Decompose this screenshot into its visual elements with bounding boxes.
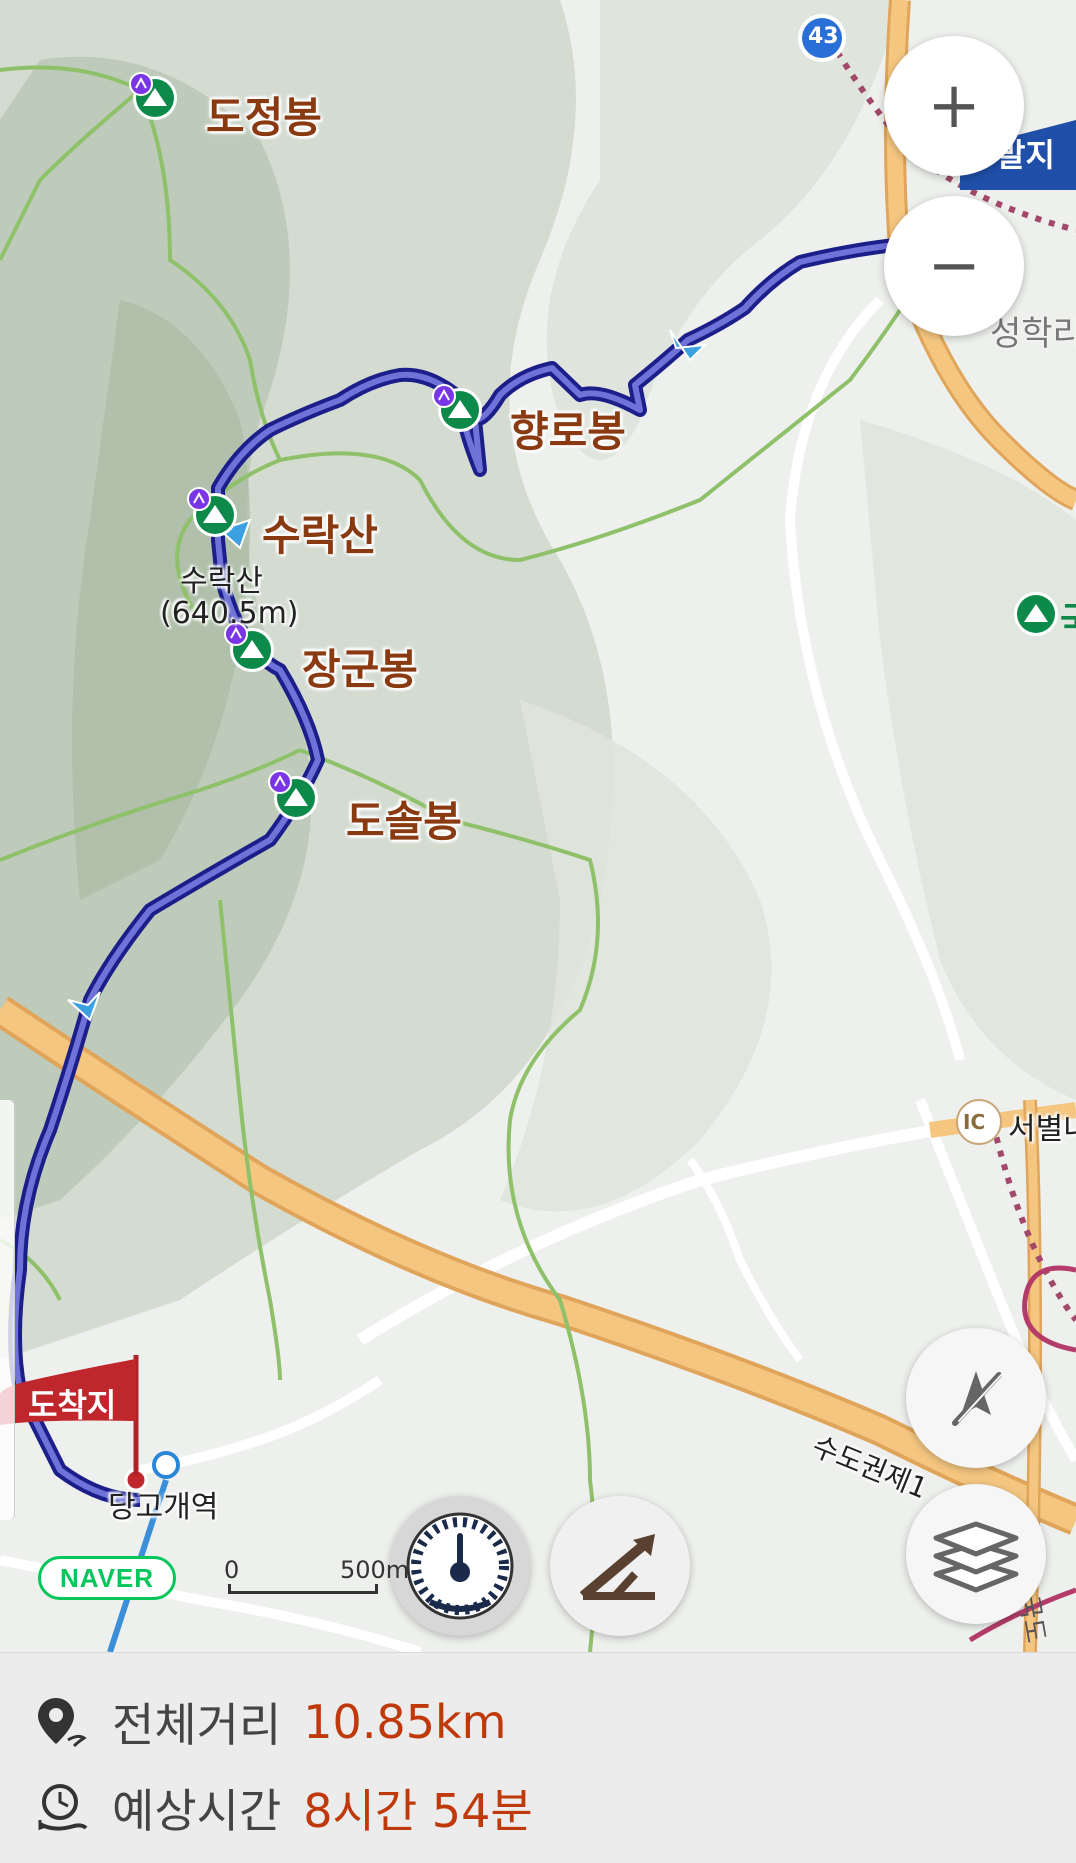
elevation-profile-icon — [579, 1534, 655, 1600]
scale-bar: 0 500m — [224, 1556, 409, 1596]
peak-label-hyangnobong: 향로봉 — [510, 407, 626, 456]
side-panel-handle[interactable] — [0, 1100, 15, 1520]
zoom-in-button[interactable]: + — [884, 36, 1024, 176]
layers-icon — [933, 1521, 1019, 1593]
destination-flag-label: 도착지 — [28, 1386, 117, 1424]
elevation-profile-button[interactable] — [550, 1496, 690, 1636]
layers-button[interactable] — [906, 1484, 1046, 1624]
route-info-panel: 전체거리 10.85km 예상시간 8시간 54분 — [0, 1652, 1076, 1863]
distance-label: 전체거리 — [112, 1698, 282, 1752]
compass-off-icon — [952, 1371, 1004, 1426]
zoom-out-button[interactable]: − — [884, 196, 1024, 336]
zoom-in-label: + — [927, 69, 981, 143]
scale-zero-label: 0 — [224, 1556, 240, 1584]
clock-route-icon — [38, 1784, 88, 1831]
summit-elevation-label: (640.5m) — [160, 596, 299, 631]
speedometer-icon — [406, 1512, 514, 1620]
scale-bar-line — [228, 1584, 378, 1594]
compass-toggle-button[interactable] — [906, 1328, 1046, 1468]
naver-logo: NAVER — [38, 1556, 176, 1600]
station-label: 당고개역 — [108, 1490, 219, 1525]
route-43-badge: 43 — [808, 24, 839, 49]
distance-pin-icon — [38, 1698, 87, 1748]
peak-label-dojeongbong: 도정봉 — [206, 93, 322, 142]
distance-value: 10.85km — [303, 1695, 507, 1749]
peak-label-janggunbong: 장군봉 — [302, 645, 418, 694]
peak-label-dosolbong: 도솔봉 — [346, 797, 462, 846]
speedometer-button[interactable] — [390, 1496, 530, 1636]
peak-label-suraksan: 수락산 — [262, 511, 378, 560]
summit-name-label: 수락산 — [180, 564, 263, 599]
distance-row: 전체거리 10.85km — [34, 1689, 506, 1755]
interchange-badge: IC — [963, 1110, 986, 1134]
time-label: 예상시간 — [112, 1784, 282, 1838]
time-value: 8시간 54분 — [303, 1784, 533, 1838]
peak-label-partial: 국 — [1060, 592, 1076, 644]
zoom-out-label: − — [927, 229, 981, 303]
interchange-label: 서별내 — [1008, 1112, 1076, 1147]
time-row: 예상시간 8시간 54분 — [34, 1775, 533, 1841]
scale-max-label: 500m — [340, 1556, 410, 1584]
map-view[interactable]: 도정봉 향로봉 수락산 장군봉 도솔봉 수락산 (640.5m) 성학리 당고개… — [0, 0, 1076, 1652]
